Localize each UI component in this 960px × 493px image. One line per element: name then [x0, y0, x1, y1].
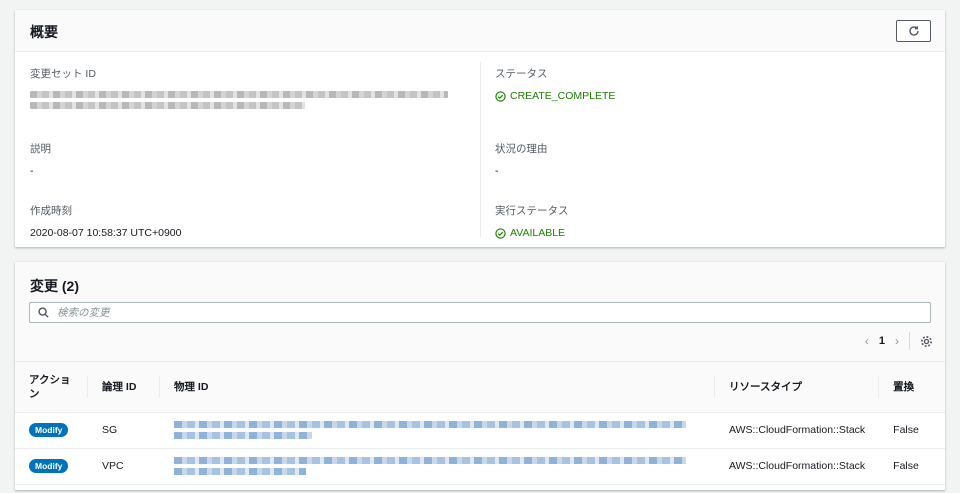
- description-value: -: [30, 165, 34, 177]
- changes-header: 変更 (2) ‹ 1 ›: [15, 262, 945, 362]
- check-circle-icon: [495, 90, 506, 102]
- action-badge: Modify: [29, 423, 69, 437]
- search-input[interactable]: [57, 306, 457, 319]
- created-label: 作成時刻: [30, 205, 72, 217]
- changeset-id-label: 変更セット ID: [30, 68, 96, 80]
- changes-title-text: 変更: [30, 278, 58, 294]
- col-action[interactable]: アクション: [15, 362, 88, 413]
- description-field: 説明 -: [30, 141, 51, 177]
- gear-icon[interactable]: [920, 335, 933, 348]
- table-row: Modify SG AWS::CloudFormation::Stack Fal…: [15, 412, 945, 449]
- replacement-cell: False: [879, 448, 945, 485]
- chevron-left-icon[interactable]: ‹: [865, 334, 869, 348]
- status-value: CREATE_COMPLETE: [495, 90, 615, 102]
- status-field: ステータス CREATE_COMPLETE: [495, 66, 615, 102]
- status-reason-label: 状況の理由: [495, 143, 548, 155]
- refresh-button[interactable]: [896, 20, 931, 42]
- search-box[interactable]: [29, 302, 931, 323]
- resource-type-cell: AWS::CloudFormation::Stack: [715, 412, 880, 449]
- exec-status-field: 実行ステータス AVAILABLE: [495, 203, 569, 239]
- search-icon: [38, 307, 49, 318]
- action-cell: Modify: [15, 448, 88, 485]
- col-logical-id[interactable]: 論理 ID: [88, 362, 160, 413]
- status-label: ステータス: [495, 68, 548, 80]
- overview-title: 概要: [30, 24, 58, 40]
- pagination: ‹ 1 ›: [865, 332, 933, 350]
- created-value: 2020-08-07 10:58:37 UTC+0900: [30, 227, 182, 239]
- description-label: 説明: [30, 143, 51, 155]
- resource-type-cell: AWS::CloudFormation::Stack: [715, 448, 880, 485]
- status-reason-value: -: [495, 165, 499, 177]
- status-text: CREATE_COMPLETE: [510, 90, 616, 102]
- table-row: Modify VPC AWS::CloudFormation::Stack Fa…: [15, 448, 945, 485]
- table-header-row: アクション 論理 ID 物理 ID リソースタイプ 置換: [15, 362, 945, 413]
- column-divider: [480, 62, 481, 237]
- overview-header: 概要: [15, 10, 945, 52]
- changeset-id-field: 変更セット ID: [30, 66, 448, 113]
- changes-table: アクション 論理 ID 物理 ID リソースタイプ 置換 Modify SG A…: [15, 362, 945, 485]
- created-field: 作成時刻 2020-08-07 10:58:37 UTC+0900: [30, 203, 182, 239]
- physical-id-cell-redacted: [160, 448, 715, 485]
- changes-panel: 変更 (2) ‹ 1 › アクション 論理 ID 物理 ID リソースタイプ 置…: [15, 262, 945, 490]
- refresh-icon: [908, 26, 919, 36]
- pager-divider: [909, 332, 910, 350]
- exec-status-text: AVAILABLE: [510, 227, 566, 239]
- check-circle-icon: [495, 227, 506, 239]
- col-resource-type[interactable]: リソースタイプ: [715, 362, 880, 413]
- action-cell: Modify: [15, 412, 88, 449]
- logical-id-cell: SG: [88, 412, 160, 449]
- status-reason-field: 状況の理由 -: [495, 141, 548, 177]
- changeset-id-value-redacted: [30, 91, 448, 109]
- chevron-right-icon[interactable]: ›: [895, 334, 899, 348]
- exec-status-value: AVAILABLE: [495, 227, 569, 239]
- col-replacement[interactable]: 置換: [879, 362, 945, 413]
- physical-id-cell-redacted: [160, 412, 715, 449]
- logical-id-cell: VPC: [88, 448, 160, 485]
- overview-panel: 概要 変更セット ID ステータス CREATE_COMPLETE 説明 - 状…: [15, 10, 945, 247]
- action-badge: Modify: [29, 459, 69, 473]
- page-number[interactable]: 1: [879, 335, 885, 347]
- exec-status-label: 実行ステータス: [495, 205, 569, 217]
- changes-count: (2): [61, 278, 80, 294]
- col-physical-id[interactable]: 物理 ID: [160, 362, 715, 413]
- replacement-cell: False: [879, 412, 945, 449]
- changes-title: 変更 (2): [30, 276, 79, 296]
